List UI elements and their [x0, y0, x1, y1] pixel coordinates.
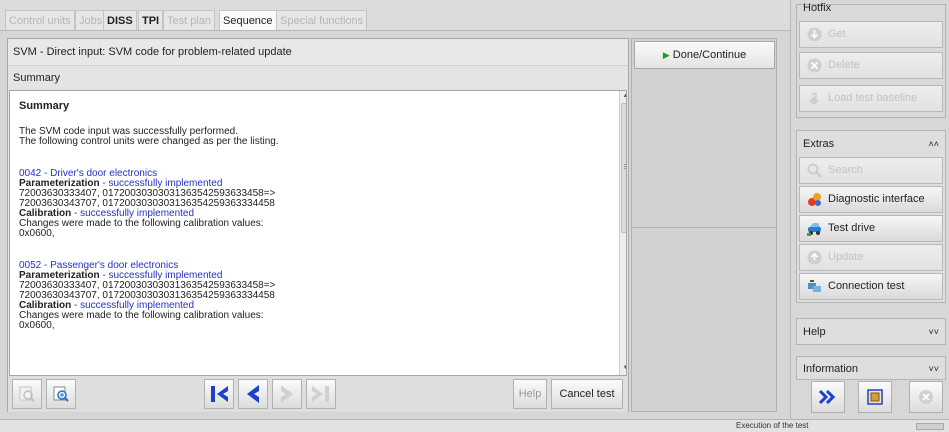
summary-text: Summary The SVM code input was successfu… [19, 101, 609, 331]
changes-line: Changes were made to the following calib… [19, 310, 264, 321]
done-continue-button[interactable]: ▶ Done/Continue [634, 41, 775, 69]
download-icon [807, 27, 822, 42]
next-page-icon [281, 385, 293, 403]
extras-group: Extras ˄˄ Search Diagnostic interface Te… [796, 130, 946, 303]
update-icon [807, 250, 822, 265]
action-column: ▶ Done/Continue [631, 38, 777, 412]
tab-special-functions[interactable]: Special functions [276, 10, 368, 30]
get-button[interactable]: Get [799, 21, 943, 48]
calib-value: 0x0600, [19, 320, 55, 331]
update-label: Update [828, 251, 864, 263]
connection-test-icon [808, 280, 821, 292]
close-icon [919, 390, 933, 404]
zoom-in-button[interactable] [46, 379, 76, 409]
connection-test-button[interactable]: Connection test [799, 273, 943, 300]
cancel-test-button[interactable]: Cancel test [551, 379, 623, 409]
diagnostic-interface-icon [808, 193, 821, 206]
load-test-baseline-label: Load test baseline [828, 92, 918, 104]
diagnostic-interface-button[interactable]: Diagnostic interface [799, 186, 943, 213]
fullscreen-icon [867, 389, 883, 405]
help-button[interactable]: Help [513, 379, 547, 409]
diagnostic-interface-label: Diagnostic interface [828, 193, 925, 205]
tab-sequence[interactable]: Sequence [219, 10, 277, 30]
right-panel: Hotfix Get Delete Load test baseline Ext… [790, 0, 949, 419]
help-title: Help [803, 326, 826, 338]
tab-tpi[interactable]: TPI [138, 10, 164, 30]
scroll-down-icon[interactable]: ▼ [621, 364, 626, 373]
changes-line: Changes were made to the following calib… [19, 218, 264, 229]
vertical-scrollbar[interactable]: ▲ ▼ [619, 91, 626, 375]
last-page-icon [312, 386, 329, 402]
extras-title: Extras [803, 138, 835, 150]
extras-header[interactable]: Extras ˄˄ [797, 131, 945, 157]
tab-diss[interactable]: DISS [103, 10, 137, 30]
update-button[interactable]: Update [799, 244, 943, 271]
information-group[interactable]: Information ˅˅ [796, 356, 946, 380]
test-drive-label: Test drive [828, 222, 876, 234]
tab-bar: Control units Jobs DISS TPI Test plan Se… [0, 0, 790, 31]
hotfix-group: Hotfix Get Delete Load test baseline [796, 2, 946, 118]
close-button[interactable] [909, 381, 943, 413]
expand-icon: ˅˅ [928, 364, 939, 374]
summary-content: Summary The SVM code input was successfu… [9, 90, 627, 376]
double-chevron-right-icon [818, 389, 836, 405]
load-test-baseline-button[interactable]: Load test baseline [799, 85, 943, 112]
search-button[interactable]: Search [799, 157, 943, 184]
panel-title: SVM - Direct input: SVM code for problem… [8, 39, 628, 65]
done-continue-label: Done/Continue [672, 49, 747, 61]
main-panel: SVM - Direct input: SVM code for problem… [7, 38, 629, 412]
tab-jobs[interactable]: Jobs [75, 10, 107, 30]
information-title: Information [803, 363, 859, 375]
zoom-in-icon [53, 386, 69, 402]
delete-label: Delete [828, 59, 860, 71]
scroll-thumb[interactable] [621, 103, 626, 233]
hotfix-title: Hotfix [803, 2, 832, 14]
test-drive-button[interactable]: Test drive [799, 215, 943, 242]
information-header[interactable]: Information ˅˅ [797, 357, 945, 381]
delete-icon [807, 58, 822, 73]
status-text: Execution of the test [736, 421, 809, 430]
summary-heading: Summary [19, 100, 70, 112]
status-indicator [916, 423, 944, 430]
scroll-up-icon[interactable]: ▲ [621, 92, 626, 101]
intro-line: The following control units were changed… [19, 136, 279, 147]
tab-test-plan[interactable]: Test plan [163, 10, 216, 30]
zoom-out-button[interactable] [12, 379, 42, 409]
first-page-button[interactable] [204, 379, 234, 409]
previous-page-icon [247, 385, 259, 403]
delete-button[interactable]: Delete [799, 52, 943, 79]
forward-button[interactable] [811, 381, 845, 413]
get-label: Get [828, 28, 846, 40]
divider [632, 227, 776, 228]
first-page-icon [211, 386, 228, 402]
search-icon [807, 163, 822, 178]
last-page-button[interactable] [306, 379, 336, 409]
panel-subtitle: Summary [8, 65, 628, 89]
expand-icon: ˅˅ [928, 327, 939, 337]
help-group[interactable]: Help ˅˅ [796, 318, 946, 345]
zoom-out-icon [19, 386, 35, 402]
help-header[interactable]: Help ˅˅ [797, 319, 945, 345]
calib-value: 0x0600, [19, 228, 55, 239]
tab-control-units[interactable]: Control units [5, 10, 75, 30]
previous-page-button[interactable] [238, 379, 268, 409]
load-baseline-icon [809, 93, 819, 105]
connection-test-label: Connection test [828, 280, 905, 292]
search-label: Search [828, 164, 863, 176]
next-page-button[interactable] [272, 379, 302, 409]
collapse-icon: ˄˄ [928, 139, 939, 149]
test-drive-icon [807, 223, 821, 236]
status-bar: Execution of the test [0, 419, 949, 432]
bottom-toolbar: Help Cancel test [8, 376, 628, 412]
play-icon: ▶ [662, 50, 670, 60]
fullscreen-button[interactable] [858, 381, 892, 413]
